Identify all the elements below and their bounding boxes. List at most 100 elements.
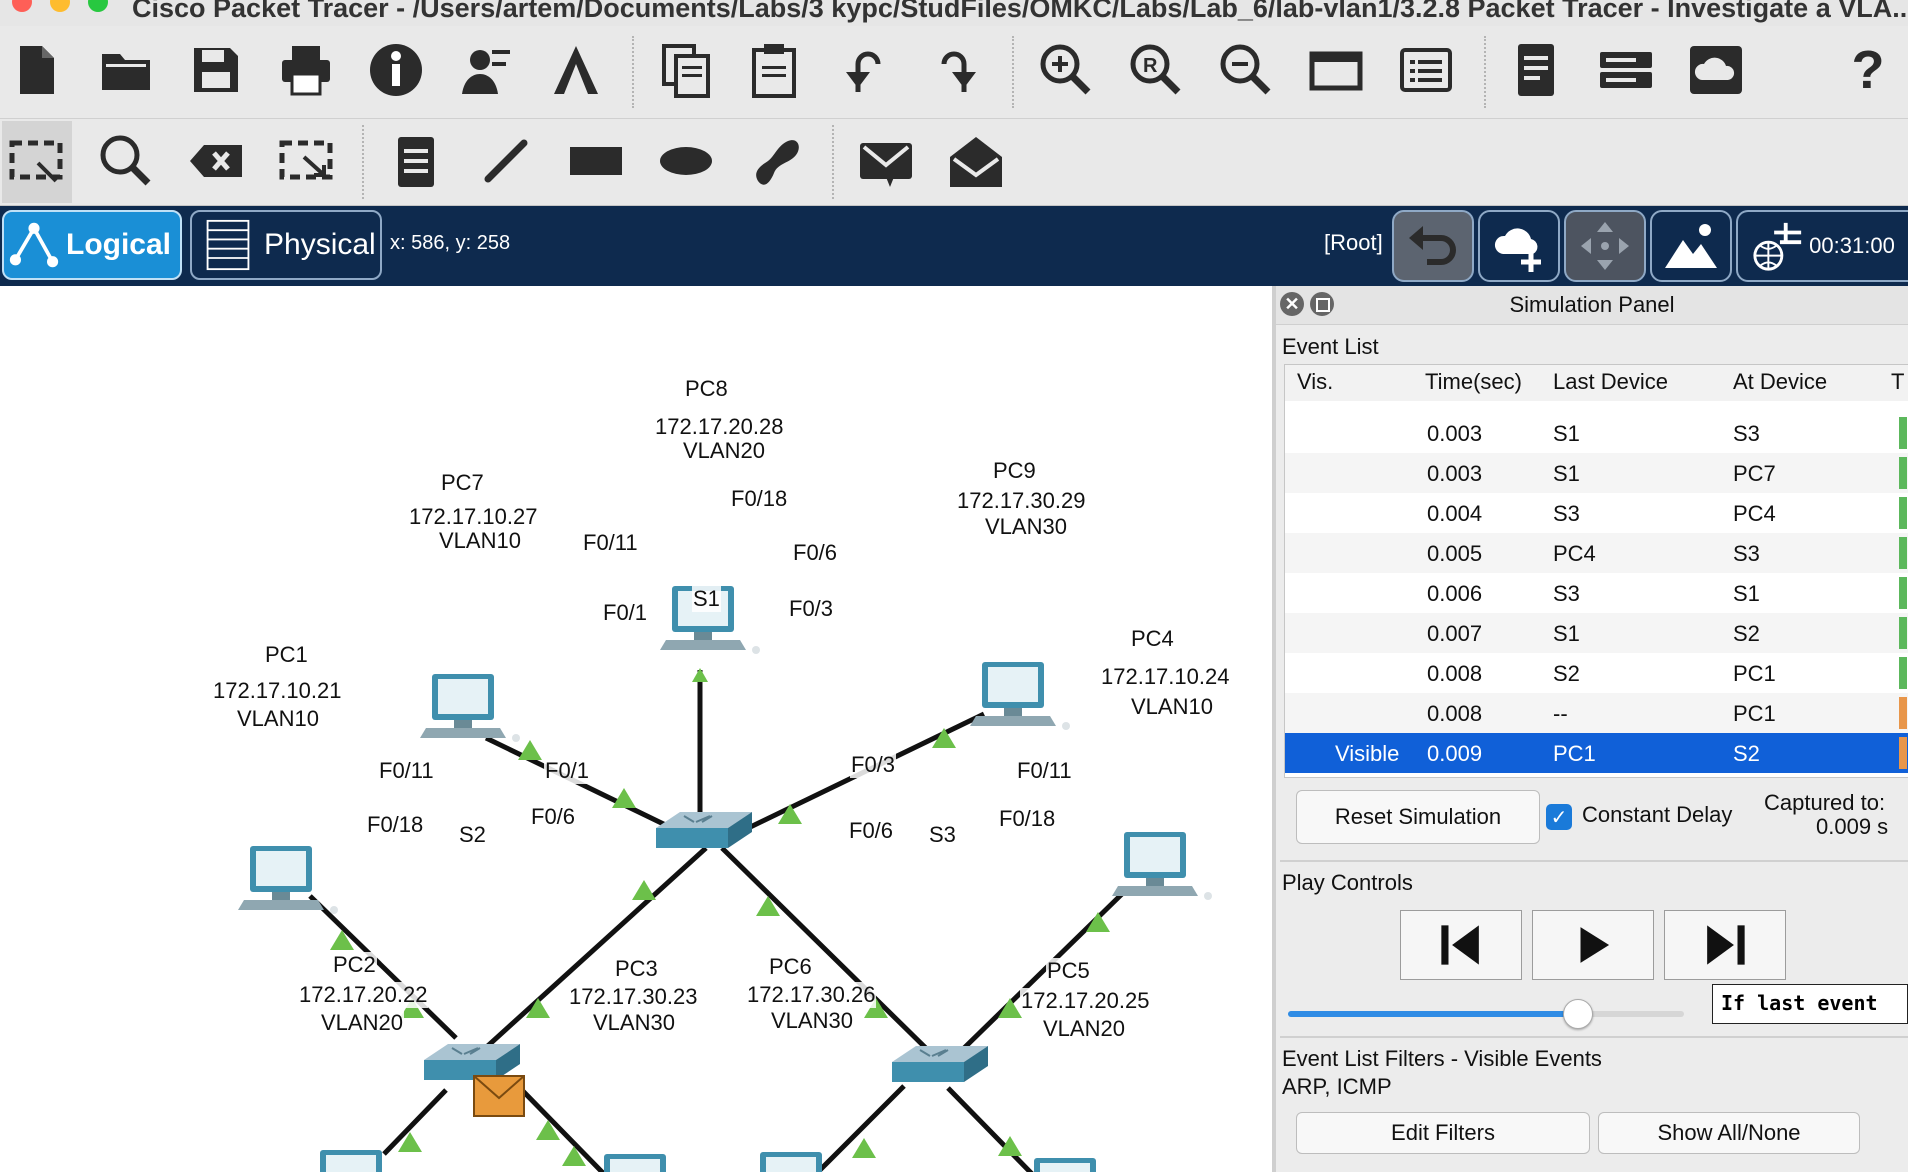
- pc9-device-icon[interactable]: [970, 662, 1070, 730]
- event-row[interactable]: 0.004 S3 PC4: [1285, 493, 1908, 533]
- root-label: [Root]: [1324, 230, 1383, 255]
- play-icon: [1580, 927, 1610, 963]
- user-profile-icon[interactable]: [454, 38, 518, 102]
- column-type[interactable]: T: [1891, 369, 1904, 395]
- print-icon[interactable]: [274, 38, 338, 102]
- note-icon[interactable]: [384, 129, 448, 193]
- event-row[interactable]: 0.005 PC4 S3: [1285, 533, 1908, 573]
- event-type-color: [1899, 697, 1907, 729]
- s3-port-f011: F0/11: [1016, 758, 1073, 784]
- pdu-list-icon[interactable]: [1504, 38, 1568, 102]
- pc3-ip: 172.17.30.23: [568, 984, 699, 1010]
- set-background-button[interactable]: [1650, 210, 1732, 282]
- minimize-window-button[interactable]: [50, 0, 70, 12]
- move-object-button[interactable]: [1564, 210, 1646, 282]
- event-last: S3: [1553, 581, 1580, 606]
- realtime-clock-button[interactable]: 00:31:00: [1736, 210, 1908, 282]
- event-at: PC1: [1733, 661, 1776, 686]
- pc1-device-icon[interactable]: [238, 846, 338, 914]
- pc2-ip: 172.17.20.22: [298, 982, 429, 1008]
- column-vis[interactable]: Vis.: [1297, 369, 1333, 395]
- new-file-icon[interactable]: [4, 38, 68, 102]
- tab-physical-label: Physical: [264, 228, 376, 261]
- event-type-color: [1899, 497, 1907, 529]
- show-all-none-button[interactable]: Show All/None: [1598, 1112, 1860, 1154]
- zoom-reset-icon[interactable]: R: [1124, 38, 1188, 102]
- move-arrows-icon: [1581, 222, 1629, 270]
- activity-wizard-icon[interactable]: [544, 38, 608, 102]
- undo-icon[interactable]: [834, 38, 898, 102]
- paste-icon[interactable]: [742, 38, 806, 102]
- speed-slider-knob[interactable]: [1563, 999, 1594, 1029]
- simple-pdu-icon[interactable]: [854, 129, 918, 193]
- play-button[interactable]: [1532, 910, 1654, 980]
- event-row[interactable]: Visible 0.009 PC1 S2: [1285, 733, 1908, 773]
- tab-physical[interactable]: Physical: [190, 210, 382, 280]
- event-type-color: [1899, 577, 1907, 609]
- inspect-icon[interactable]: [94, 129, 158, 193]
- event-row[interactable]: 0.003 S1 PC7: [1285, 453, 1908, 493]
- open-folder-icon[interactable]: [94, 38, 158, 102]
- event-at: S1: [1733, 581, 1760, 606]
- ellipse-icon[interactable]: [654, 129, 718, 193]
- column-at-device[interactable]: At Device: [1733, 369, 1827, 395]
- pc3-device-icon[interactable]: [592, 1154, 692, 1172]
- select-icon[interactable]: [4, 129, 68, 193]
- s3-name: S3: [928, 822, 957, 848]
- s1-port-f011: F0/11: [582, 530, 639, 556]
- save-icon[interactable]: [184, 38, 248, 102]
- constant-delay-checkbox[interactable]: ✓: [1546, 804, 1572, 830]
- rectangle-icon[interactable]: [564, 129, 628, 193]
- step-back-button[interactable]: [1400, 910, 1522, 980]
- network-device-icon[interactable]: [1594, 38, 1658, 102]
- help-icon[interactable]: ?: [1836, 38, 1900, 102]
- event-row[interactable]: 0.003 S1 S3: [1285, 413, 1908, 453]
- edit-filters-button[interactable]: Edit Filters: [1296, 1112, 1590, 1154]
- close-window-button[interactable]: [12, 0, 32, 12]
- resize-icon[interactable]: [274, 129, 338, 193]
- copy-icon[interactable]: [654, 38, 718, 102]
- event-row[interactable]: 0.006 S3 S1: [1285, 573, 1908, 613]
- pc6-vlan: VLAN30: [770, 1008, 854, 1034]
- s2-port-f01: F0/1: [544, 758, 591, 784]
- column-last-device[interactable]: Last Device: [1553, 369, 1668, 395]
- pdu-envelope-icon[interactable]: [473, 1075, 525, 1117]
- captured-to-label: Captured to:: [1764, 790, 1886, 815]
- cloud-server-icon[interactable]: [1684, 38, 1748, 102]
- s2-switch-icon[interactable]: [423, 1043, 521, 1081]
- complex-pdu-icon[interactable]: [944, 129, 1008, 193]
- new-cluster-button[interactable]: [1478, 210, 1560, 282]
- event-row[interactable]: 0.008 -- PC1: [1285, 693, 1908, 733]
- event-time: 0.006: [1427, 581, 1483, 606]
- pc2-device-icon[interactable]: [308, 1150, 408, 1172]
- pc4-device-icon[interactable]: [1112, 832, 1212, 900]
- logical-workspace[interactable]: PC8 172.17.20.28 VLAN20 PC7 172.17.10.27…: [0, 286, 1272, 1172]
- zoom-out-icon[interactable]: [1214, 38, 1278, 102]
- back-navigation-button[interactable]: [1392, 210, 1474, 282]
- column-time[interactable]: Time(sec): [1425, 369, 1522, 395]
- pc8-name: PC8: [684, 376, 729, 402]
- zoom-window-button[interactable]: [88, 0, 108, 12]
- drawing-palette-icon[interactable]: [1304, 38, 1368, 102]
- info-icon[interactable]: [364, 38, 428, 102]
- pc5-device-icon[interactable]: [1022, 1158, 1122, 1172]
- event-row[interactable]: 0.007 S1 S2: [1285, 613, 1908, 653]
- s1-switch-icon[interactable]: [655, 811, 753, 849]
- reset-simulation-button[interactable]: Reset Simulation: [1296, 790, 1540, 844]
- event-row[interactable]: 0.008 S2 PC1: [1285, 653, 1908, 693]
- event-last: --: [1553, 701, 1568, 726]
- s3-switch-icon[interactable]: [891, 1045, 989, 1083]
- redo-icon[interactable]: [924, 38, 988, 102]
- custom-device-dialog-icon[interactable]: [1394, 38, 1458, 102]
- tab-logical[interactable]: Logical: [2, 210, 182, 280]
- pc7-device-icon[interactable]: [420, 674, 520, 742]
- freeform-icon[interactable]: [744, 129, 808, 193]
- zoom-in-icon[interactable]: [1034, 38, 1098, 102]
- step-forward-button[interactable]: [1664, 910, 1786, 980]
- line-icon[interactable]: [474, 129, 538, 193]
- speed-slider[interactable]: [1288, 999, 1684, 1029]
- s2-port-f018: F0/18: [366, 812, 425, 838]
- pc9-ip: 172.17.30.29: [956, 488, 1087, 514]
- event-list-table[interactable]: Vis. Time(sec) Last Device At Device T 0…: [1284, 364, 1908, 778]
- delete-icon[interactable]: [184, 129, 248, 193]
